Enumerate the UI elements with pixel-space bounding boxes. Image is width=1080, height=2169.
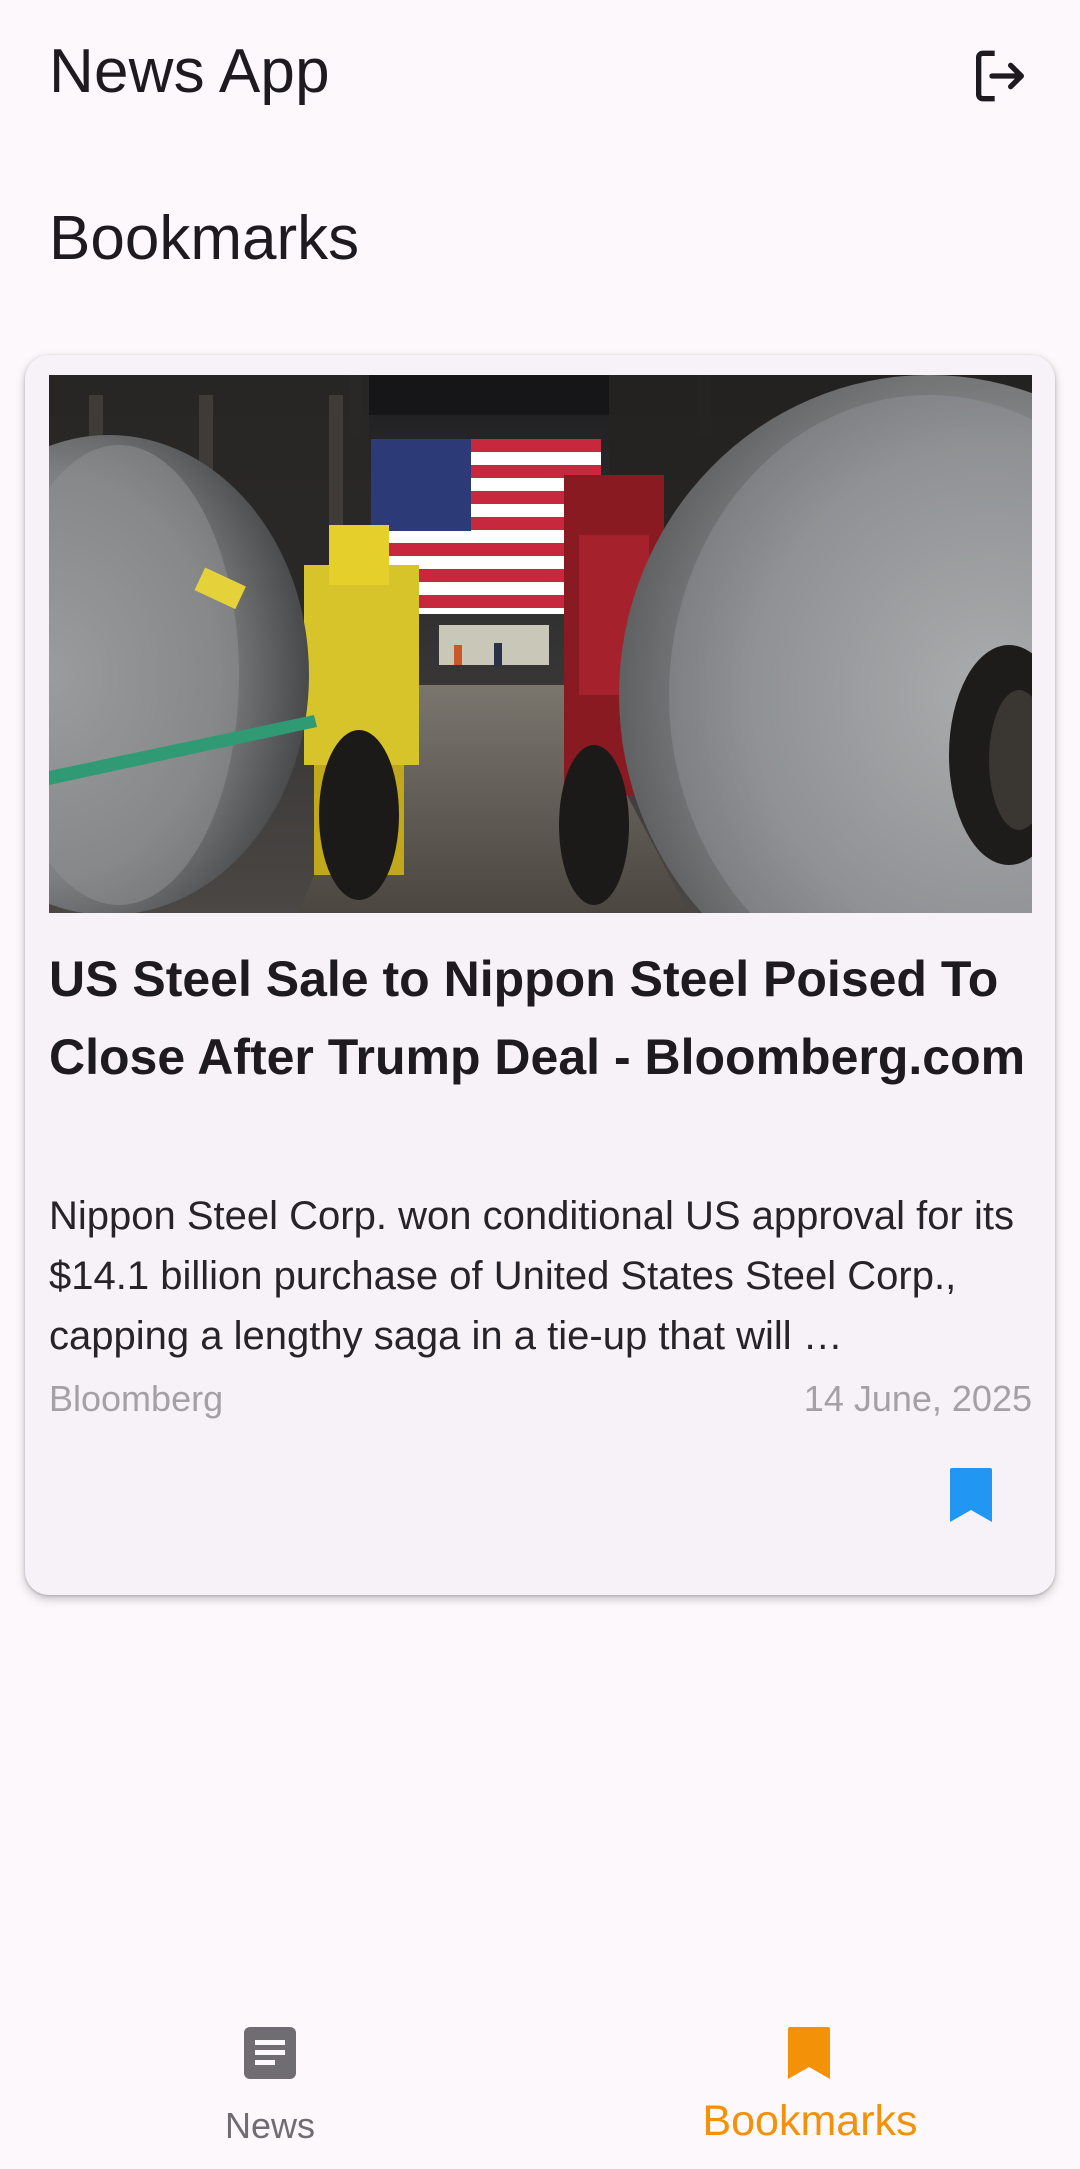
article-date: 14 June, 2025 <box>803 1378 1032 1419</box>
article-source: Bloomberg <box>49 1378 224 1419</box>
article-icon <box>244 2027 296 2079</box>
steel-coils-photo <box>49 375 1032 913</box>
app-title: News App <box>49 37 330 106</box>
logout-button[interactable] <box>962 38 1038 114</box>
bottom-navigation: News Bookmarks <box>0 1995 1080 2169</box>
bookmark-filled-icon <box>950 1468 992 1522</box>
article-card[interactable]: US Steel Sale to Nippon Steel Poised To … <box>25 355 1055 1595</box>
bookmark-icon <box>788 2027 830 2079</box>
nav-item-news[interactable]: News <box>0 1995 540 2169</box>
article-image <box>49 375 1032 913</box>
app-screen: News App Bookmarks US Steel Sale to Nipp… <box>0 0 1080 2169</box>
section-title: Bookmarks <box>49 204 360 273</box>
article-description: Nippon Steel Corp. won conditional US ap… <box>49 1194 1014 1358</box>
article-title[interactable]: US Steel Sale to Nippon Steel Poised To … <box>49 940 1034 1096</box>
logout-icon <box>976 50 1024 102</box>
nav-label-news: News <box>224 2105 316 2146</box>
bookmark-toggle-button[interactable] <box>931 1455 1011 1535</box>
nav-item-bookmarks[interactable]: Bookmarks <box>540 1995 1080 2169</box>
app-bar: News App <box>0 0 1080 150</box>
nav-label-bookmarks: Bookmarks <box>702 2097 918 2145</box>
